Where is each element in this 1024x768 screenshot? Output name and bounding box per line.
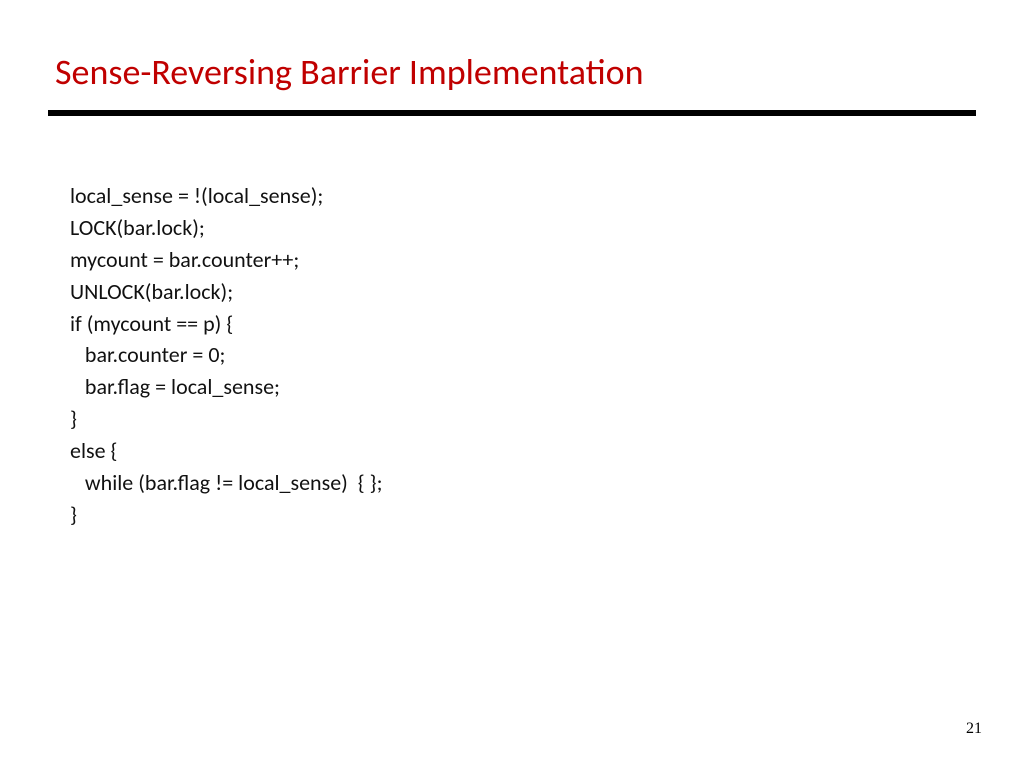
code-block: local_sense = !(local_sense); LOCK(bar.l… — [70, 180, 382, 531]
slide: Sense-Reversing Barrier Implementation l… — [0, 0, 1024, 768]
horizontal-rule — [48, 110, 976, 116]
code-line: LOCK(bar.lock); — [70, 214, 205, 241]
code-line: } — [70, 405, 77, 432]
code-line: mycount = bar.counter++; — [70, 246, 299, 273]
code-line: while (bar.flag != local_sense) { }; — [70, 469, 382, 496]
slide-title: Sense-Reversing Barrier Implementation — [55, 50, 644, 94]
code-line: bar.counter = 0; — [70, 341, 225, 368]
code-line: local_sense = !(local_sense); — [70, 182, 323, 209]
code-line: } — [70, 501, 77, 528]
page-number: 21 — [966, 720, 982, 738]
code-line: bar.flag = local_sense; — [70, 373, 280, 400]
code-line: else { — [70, 437, 117, 464]
code-line: if (mycount == p) { — [70, 310, 233, 337]
code-line: UNLOCK(bar.lock); — [70, 278, 233, 305]
